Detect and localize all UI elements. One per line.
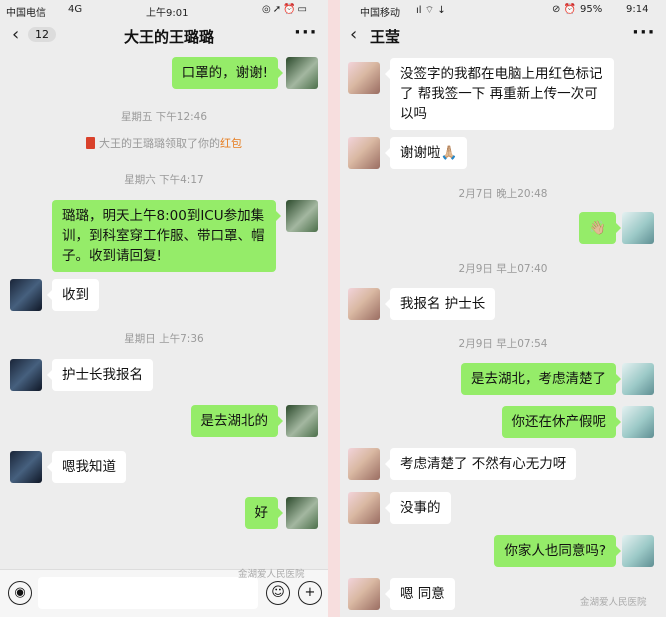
message-bubble-incoming[interactable]: 我报名 护士长: [384, 288, 496, 320]
message-bubble-outgoing[interactable]: 璐璐，明天上午8:00到ICU参加集训，到科室穿工作服、带口罩、帽子。收到请回复…: [52, 200, 281, 272]
avatar[interactable]: [286, 405, 318, 437]
avatar[interactable]: [348, 492, 380, 524]
message-bubble-outgoing[interactable]: 口罩的，谢谢!: [171, 57, 284, 89]
avatar[interactable]: [286, 200, 318, 232]
avatar[interactable]: [348, 288, 380, 320]
message-bubble-incoming[interactable]: 考虑清楚了 不然有心无力呀: [384, 448, 577, 480]
left-chat-screen: 中国电信 4G 上午9:01 ◎➚⏰▭ ‹ 12 大王的王璐璐 ··· 口罩的，…: [0, 0, 328, 617]
message-bubble-incoming[interactable]: 谢谢啦🙏🏼: [384, 137, 468, 169]
timestamp: 星期六 下午4:17: [124, 174, 204, 186]
more-icon[interactable]: ···: [632, 22, 656, 43]
red-packet-link[interactable]: 红包: [220, 137, 242, 150]
timestamp: 星期五 下午12:46: [120, 111, 208, 123]
status-bar: 中国移动 ıl ⌔ ↓ ⊘ ⏰ 95% 9:14: [340, 0, 666, 20]
red-packet-notice: 大王的王璐璐领取了你的红包: [0, 135, 328, 151]
carrier-label: 中国移动: [360, 8, 400, 19]
timestamp: 2月9日 早上07:40: [458, 263, 548, 275]
avatar[interactable]: [10, 451, 42, 483]
avatar[interactable]: [348, 448, 380, 480]
message-bubble-outgoing[interactable]: 👋🏼: [579, 212, 621, 244]
signal-icons: ıl ⌔ ↓: [416, 5, 446, 16]
message-bubble-outgoing[interactable]: 是去湖北的: [190, 405, 283, 437]
watermark: 金湖爱人民医院: [580, 597, 647, 608]
more-icon[interactable]: ···: [294, 22, 318, 43]
clock: 上午9:01: [146, 8, 189, 19]
message-bubble-outgoing[interactable]: 好: [244, 497, 283, 529]
clock: 9:14: [626, 4, 649, 15]
status-bar: 中国电信 4G 上午9:01 ◎➚⏰▭: [0, 0, 328, 20]
avatar[interactable]: [286, 497, 318, 529]
unread-count-badge[interactable]: 12: [28, 27, 56, 42]
avatar[interactable]: [622, 363, 654, 395]
back-icon[interactable]: ‹: [12, 24, 19, 46]
avatar[interactable]: [10, 359, 42, 391]
avatar[interactable]: [10, 279, 42, 311]
avatar[interactable]: [622, 406, 654, 438]
avatar[interactable]: [622, 535, 654, 567]
plus-icon[interactable]: +: [298, 581, 322, 605]
chat-header: ‹ 王莹 ···: [340, 20, 666, 52]
status-icons: ◎➚⏰▭: [262, 4, 310, 15]
chat-title: 王莹: [370, 28, 401, 46]
message-bubble-outgoing[interactable]: 是去湖北，考虑清楚了: [461, 363, 621, 395]
message-bubble-incoming[interactable]: 嗯我知道: [47, 451, 126, 483]
message-bubble-outgoing[interactable]: 你还在休产假呢: [501, 406, 621, 438]
chat-header: ‹ 12 大王的王璐璐 ···: [0, 20, 328, 52]
network-label: 4G: [68, 4, 83, 15]
message-bubble-incoming[interactable]: 嗯 同意: [385, 578, 455, 610]
avatar[interactable]: [348, 62, 380, 94]
watermark: 金湖爱人民医院: [238, 569, 305, 580]
chat-title: 大王的王璐璐: [124, 28, 215, 46]
message-input[interactable]: [38, 577, 258, 609]
avatar[interactable]: [286, 57, 318, 89]
notice-text: 大王的王璐璐领取了你的: [99, 137, 220, 150]
emoji-icon[interactable]: ☺: [266, 581, 290, 605]
message-bubble-incoming[interactable]: 没事的: [385, 492, 451, 524]
timestamp: 2月9日 早上07:54: [458, 338, 548, 350]
right-chat-screen: 中国移动 ıl ⌔ ↓ ⊘ ⏰ 95% 9:14 ‹ 王莹 ··· 没签字的我都…: [340, 0, 666, 617]
timestamp: 2月7日 晚上20:48: [458, 188, 548, 200]
avatar[interactable]: [348, 578, 380, 610]
timestamp: 星期日 上午7:36: [124, 333, 204, 345]
message-bubble-incoming[interactable]: 没签字的我都在电脑上用红色标记了 帮我签一下 再重新上传一次可以吗: [385, 58, 614, 130]
alarm-icons: ⊘ ⏰: [552, 4, 577, 15]
battery-label: 95%: [580, 4, 603, 15]
carrier-label: 中国电信: [6, 8, 46, 19]
message-bubble-outgoing[interactable]: 你家人也同意吗?: [494, 535, 621, 567]
red-packet-icon: [86, 137, 95, 149]
avatar[interactable]: [348, 137, 380, 169]
avatar[interactable]: [622, 212, 654, 244]
voice-icon[interactable]: ◉: [8, 581, 32, 605]
back-icon[interactable]: ‹: [350, 24, 357, 46]
message-bubble-incoming[interactable]: 收到: [47, 279, 99, 311]
message-bubble-incoming[interactable]: 护士长我报名: [47, 359, 153, 391]
